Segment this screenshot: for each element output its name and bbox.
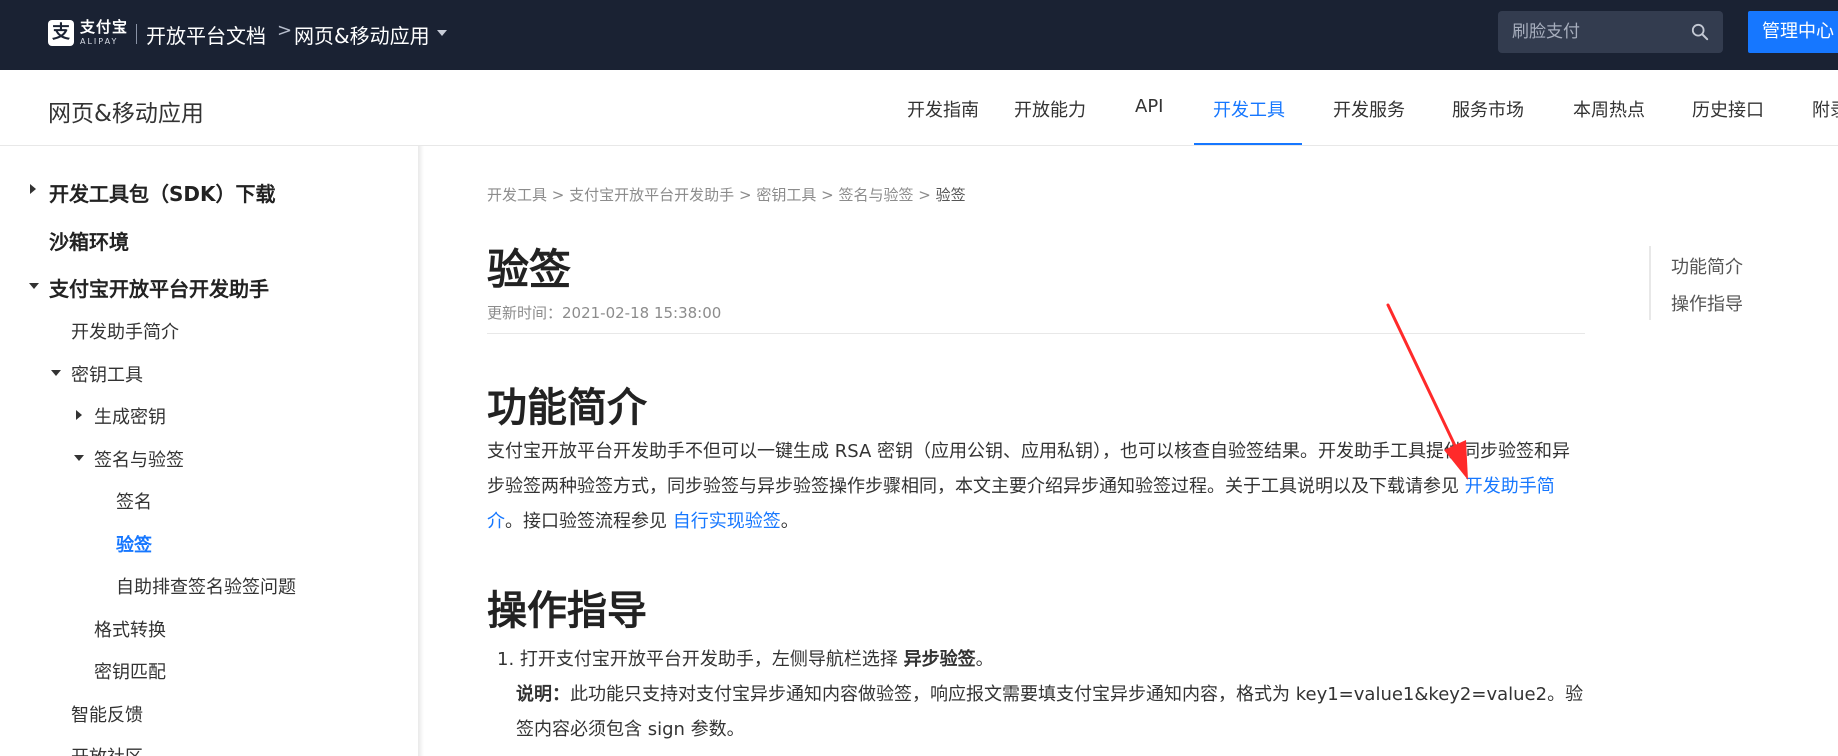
- chevron-down-icon[interactable]: [437, 30, 447, 36]
- alipay-logo-icon: 支: [48, 20, 74, 46]
- sidebar-item-generate-key[interactable]: 生成密钥: [94, 403, 166, 429]
- breadcrumb-item[interactable]: 支付宝开放平台开发助手: [569, 186, 734, 204]
- caret-down-icon[interactable]: [29, 283, 39, 289]
- section-heading-intro: 功能简介: [487, 385, 647, 431]
- nav-service-market[interactable]: 服务市场: [1452, 96, 1524, 122]
- sidebar-item-key-match[interactable]: 密钥匹配: [94, 658, 166, 684]
- search-box: [1498, 11, 1723, 53]
- page-title: 验签: [487, 245, 572, 294]
- nav-open-capabilities[interactable]: 开放能力: [1014, 96, 1086, 122]
- step-1-note: 说明：此功能只支持对支付宝异步通知内容做验签，响应报文需要填支付宝异步通知内容，…: [516, 677, 1586, 747]
- self-verify-link[interactable]: 自行实现验签: [673, 511, 781, 532]
- nav-legacy-api[interactable]: 历史接口: [1692, 96, 1764, 122]
- nav-dev-tools[interactable]: 开发工具: [1213, 96, 1285, 122]
- breadcrumb-item[interactable]: 签名与验签: [838, 186, 913, 204]
- breadcrumb-separator: >: [918, 186, 931, 204]
- manage-center-button[interactable]: 管理中心: [1748, 11, 1838, 53]
- sidebar-item-dev-assistant[interactable]: 支付宝开放平台开发助手: [49, 273, 269, 302]
- top-navbar: 支 支付宝 ALIPAY 开放平台文档 > 网页&移动应用 管理中心: [0, 0, 1838, 70]
- product-title[interactable]: 网页&移动应用: [48, 94, 204, 128]
- secondary-header: 网页&移动应用 开发指南 开放能力 API 开发工具 开发服务 服务市场 本周热…: [0, 70, 1838, 146]
- sidebar-item-format-convert[interactable]: 格式转换: [94, 616, 166, 642]
- sidebar-item-sign[interactable]: 签名: [116, 488, 152, 514]
- active-tab-indicator: [1194, 143, 1302, 145]
- step-1-highlight: 异步验签: [903, 649, 976, 670]
- sidebar-item-community[interactable]: 开放社区: [71, 743, 143, 756]
- search-icon[interactable]: [1691, 23, 1709, 41]
- top-breadcrumb-separator: >: [277, 20, 293, 41]
- step-1: 1. 打开支付宝开放平台开发助手，左侧导航栏选择 异步验签。: [497, 649, 994, 670]
- sidebar-item-self-troubleshoot[interactable]: 自助排查签名验签问题: [116, 573, 296, 599]
- toc-rail: [1649, 246, 1651, 320]
- logo-en-text: ALIPAY: [80, 37, 119, 46]
- sidebar-item-verify[interactable]: 验签: [116, 531, 152, 557]
- toc-item-guide[interactable]: 操作指导: [1671, 290, 1743, 316]
- sidebar-item-sign-verify[interactable]: 签名与验签: [94, 446, 184, 472]
- breadcrumb-separator: >: [821, 186, 834, 204]
- nav-appendix[interactable]: 附录: [1812, 96, 1838, 122]
- alipay-logo[interactable]: 支 支付宝 ALIPAY: [48, 20, 128, 46]
- sidebar-item-key-tools[interactable]: 密钥工具: [71, 361, 143, 387]
- nav-weekly-hot[interactable]: 本周热点: [1573, 96, 1645, 122]
- breadcrumb: 开发工具 > 支付宝开放平台开发助手 > 密钥工具 > 签名与验签 > 验签: [487, 184, 966, 205]
- sidebar-divider: [418, 146, 424, 756]
- breadcrumb-separator: >: [551, 186, 565, 204]
- search-input[interactable]: [1498, 11, 1688, 53]
- docs-home-link[interactable]: 开放平台文档: [146, 20, 266, 49]
- section-heading-guide: 操作指导: [487, 588, 647, 634]
- caret-right-icon[interactable]: [76, 410, 82, 420]
- breadcrumb-separator: >: [738, 186, 752, 204]
- nav-dev-guide[interactable]: 开发指南: [907, 96, 979, 122]
- logo-divider: [136, 24, 137, 44]
- note-text: 此功能只支持对支付宝异步通知内容做验签，响应报文需要填支付宝异步通知内容，格式为…: [516, 684, 1584, 740]
- breadcrumb-current: 验签: [935, 186, 966, 204]
- caret-right-icon[interactable]: [30, 184, 36, 194]
- note-label: 说明：: [516, 684, 570, 705]
- section-switcher[interactable]: 网页&移动应用: [294, 20, 430, 49]
- update-time: 更新时间：2021-02-18 15:38:00: [487, 304, 722, 322]
- sidebar-item-sandbox[interactable]: 沙箱环境: [49, 226, 129, 255]
- sidebar-item-assistant-intro[interactable]: 开发助手简介: [71, 318, 179, 344]
- logo-cn-text: 支付宝: [80, 18, 129, 36]
- nav-dev-services[interactable]: 开发服务: [1333, 96, 1405, 122]
- nav-api[interactable]: API: [1135, 96, 1163, 117]
- sidebar-item-sdk-download[interactable]: 开发工具包（SDK）下载: [49, 178, 276, 207]
- caret-down-icon[interactable]: [74, 455, 84, 461]
- annotation-arrow-icon: [1386, 303, 1468, 480]
- caret-down-icon[interactable]: [51, 370, 61, 376]
- sidebar-item-smart-feedback[interactable]: 智能反馈: [71, 701, 143, 727]
- breadcrumb-item[interactable]: 开发工具: [487, 186, 547, 204]
- toc-item-intro[interactable]: 功能简介: [1671, 253, 1743, 279]
- breadcrumb-item[interactable]: 密钥工具: [756, 186, 816, 204]
